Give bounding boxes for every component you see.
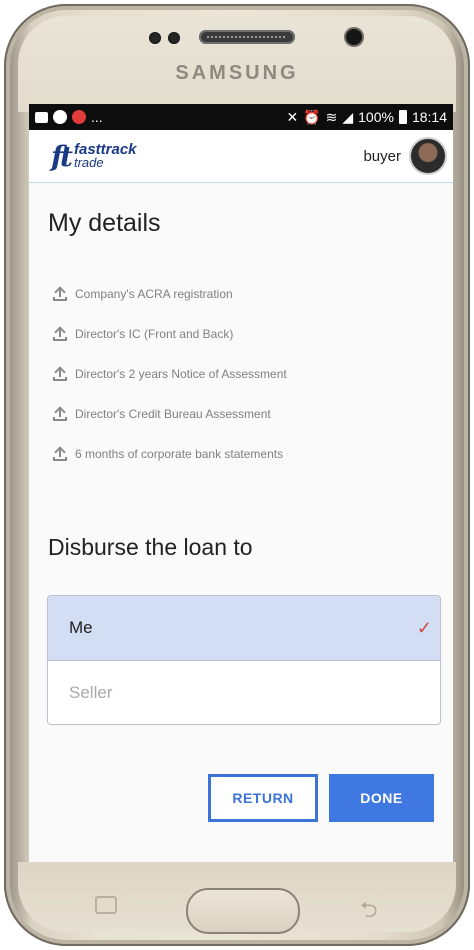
username: buyer [363, 147, 401, 165]
option-label: Me [69, 618, 93, 637]
logo-mark: ft [51, 139, 73, 173]
upload-acra[interactable]: Company's ACRA registration [53, 274, 287, 314]
mute-icon: ✕ [286, 108, 299, 125]
user-menu[interactable]: buyer [363, 137, 447, 175]
alarm-icon: ⏰ [303, 108, 321, 125]
wifi-icon: ≋ [325, 108, 338, 125]
sensor-dot [149, 32, 161, 44]
upload-icon [53, 327, 67, 341]
app-header: ft fasttrack trade buyer [29, 130, 453, 183]
disburse-heading: Disburse the loan to [48, 534, 253, 560]
signal-icon: ◢ [342, 108, 354, 125]
phone-screen: ... ✕ ⏰ ≋ ◢ 100% 18:14 ft fasttrack trad… [29, 104, 453, 862]
sensor-dot [168, 32, 180, 44]
upload-icon [53, 287, 67, 301]
avatar[interactable] [409, 137, 447, 175]
front-camera [346, 29, 362, 45]
document-label: Director's 2 years Notice of Assessment [75, 367, 287, 381]
document-label: Company's ACRA registration [75, 287, 233, 301]
upload-director-ic[interactable]: Director's IC (Front and Back) [53, 314, 287, 354]
recent-apps-icon[interactable] [95, 896, 117, 914]
status-bar: ... ✕ ⏰ ≋ ◢ 100% 18:14 [29, 104, 453, 130]
disburse-options: Me ✓ Seller [47, 595, 441, 725]
upload-icon [53, 447, 67, 461]
speaker-grille [199, 30, 295, 44]
option-label: Seller [69, 682, 113, 702]
youtube-notification-icon [72, 110, 86, 124]
battery-icon [398, 110, 407, 124]
battery-level: 100% [358, 109, 394, 125]
notification-icon [53, 110, 67, 124]
clock: 18:14 [411, 109, 447, 125]
home-button[interactable] [186, 888, 300, 934]
device-brand: SAMSUNG [175, 62, 299, 84]
checkmark-icon: ✓ [416, 617, 432, 638]
return-button[interactable]: RETURN [208, 774, 318, 822]
option-me[interactable]: Me ✓ [48, 596, 440, 661]
upload-bank-statements[interactable]: 6 months of corporate bank statements [53, 434, 287, 474]
my-details-heading: My details [48, 209, 161, 237]
document-label: Director's Credit Bureau Assessment [75, 407, 271, 421]
upload-icon [53, 407, 67, 421]
fasttrack-logo[interactable]: ft fasttrack trade [51, 140, 137, 173]
upload-notice-of-assessment[interactable]: Director's 2 years Notice of Assessment [53, 354, 287, 394]
document-list: Company's ACRA registration Director's I… [53, 274, 287, 474]
upload-credit-bureau[interactable]: Director's Credit Bureau Assessment [53, 394, 287, 434]
logo-text-trade: trade [73, 155, 104, 170]
back-icon[interactable]: ⮌ [360, 893, 378, 931]
done-button[interactable]: DONE [329, 774, 434, 822]
document-label: 6 months of corporate bank statements [75, 447, 284, 461]
option-seller[interactable]: Seller [48, 661, 440, 724]
document-label: Director's IC (Front and Back) [75, 327, 234, 341]
gallery-notification-icon [35, 111, 48, 123]
more-notifications: ... [91, 109, 103, 125]
upload-icon [53, 367, 67, 381]
